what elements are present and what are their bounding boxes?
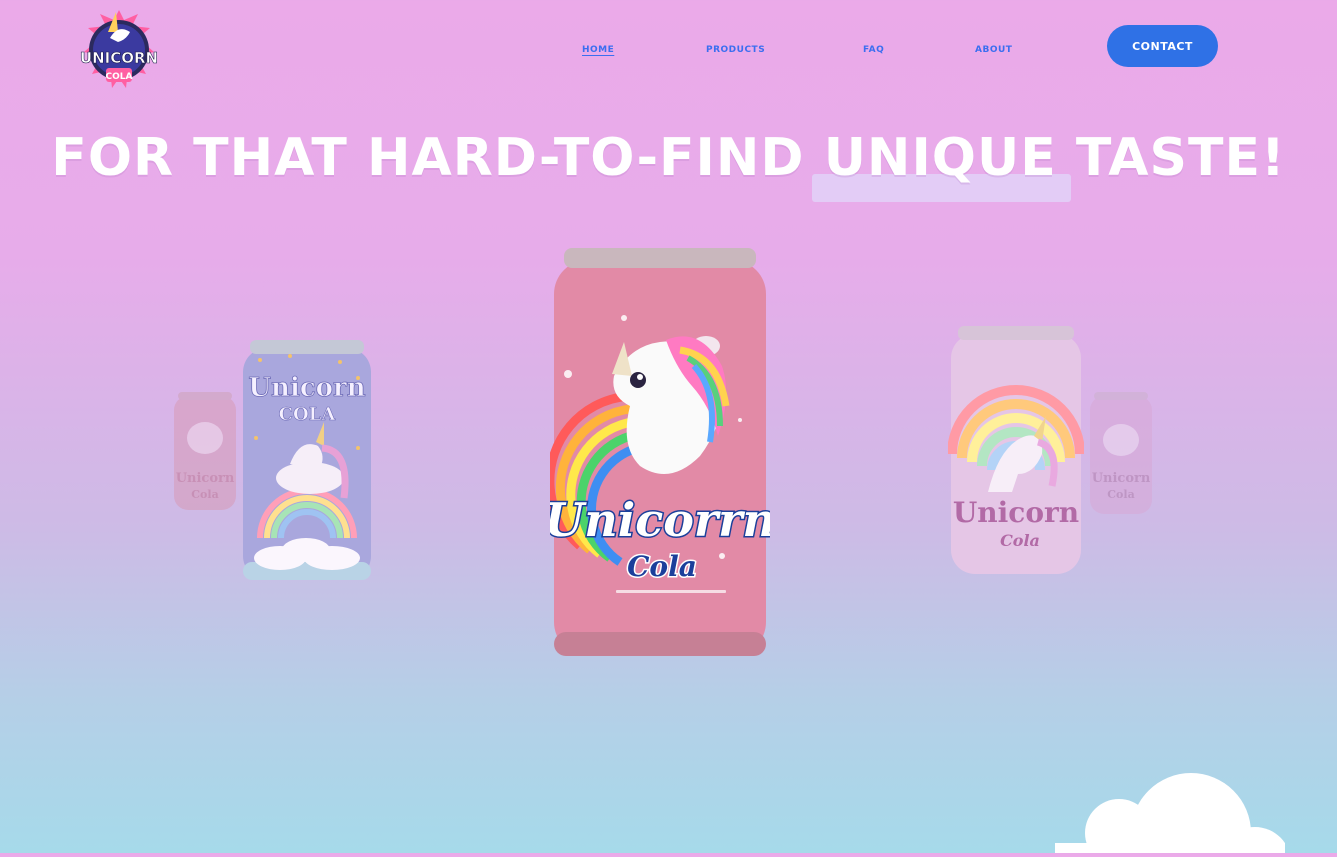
svg-text:Cola: Cola	[191, 488, 218, 501]
hero-text-after: TASTE!	[1075, 128, 1286, 188]
svg-text:Unicorn: Unicorn	[953, 496, 1079, 529]
nav-products[interactable]: PRODUCTS	[706, 41, 765, 56]
product-can-far-right[interactable]: Unicorn Cola	[1088, 390, 1154, 522]
svg-text:Unicorn: Unicorn	[1092, 471, 1151, 486]
svg-text:COLA: COLA	[279, 404, 337, 425]
svg-text:Unicorn: Unicorn	[248, 373, 365, 403]
product-can-left[interactable]: Unicorn COLA	[240, 338, 374, 588]
svg-text:Cola: Cola	[1107, 488, 1134, 501]
product-can-right[interactable]: Unicorn Cola	[947, 324, 1085, 582]
hero-text-before: FOR THAT HARD-TO-FIND	[51, 128, 805, 188]
svg-text:Cola: Cola	[627, 550, 697, 583]
logo-text-top: UNICORN	[80, 49, 158, 67]
hero-highlight: UNIQUE	[811, 128, 1071, 202]
logo-text-bottom: COLA	[106, 72, 133, 82]
hero-heading: FOR THAT HARD-TO-FIND UNIQUE TASTE!	[0, 128, 1337, 202]
contact-button[interactable]: CONTACT	[1107, 25, 1218, 67]
product-can-center[interactable]: Unicorrn Cola	[543, 246, 777, 664]
svg-text:Unicorn: Unicorn	[176, 471, 235, 486]
product-can-far-left[interactable]: Unicorn Cola	[172, 390, 238, 520]
brand-logo[interactable]: UNICORN COLA	[80, 8, 158, 94]
svg-text:Unicorrn: Unicorrn	[550, 493, 770, 547]
svg-text:Cola: Cola	[1000, 531, 1040, 550]
nav-home[interactable]: HOME	[582, 41, 614, 56]
nav-faq[interactable]: FAQ	[863, 41, 884, 56]
cloud-decoration	[1055, 773, 1291, 857]
nav-about[interactable]: ABOUT	[975, 41, 1012, 56]
